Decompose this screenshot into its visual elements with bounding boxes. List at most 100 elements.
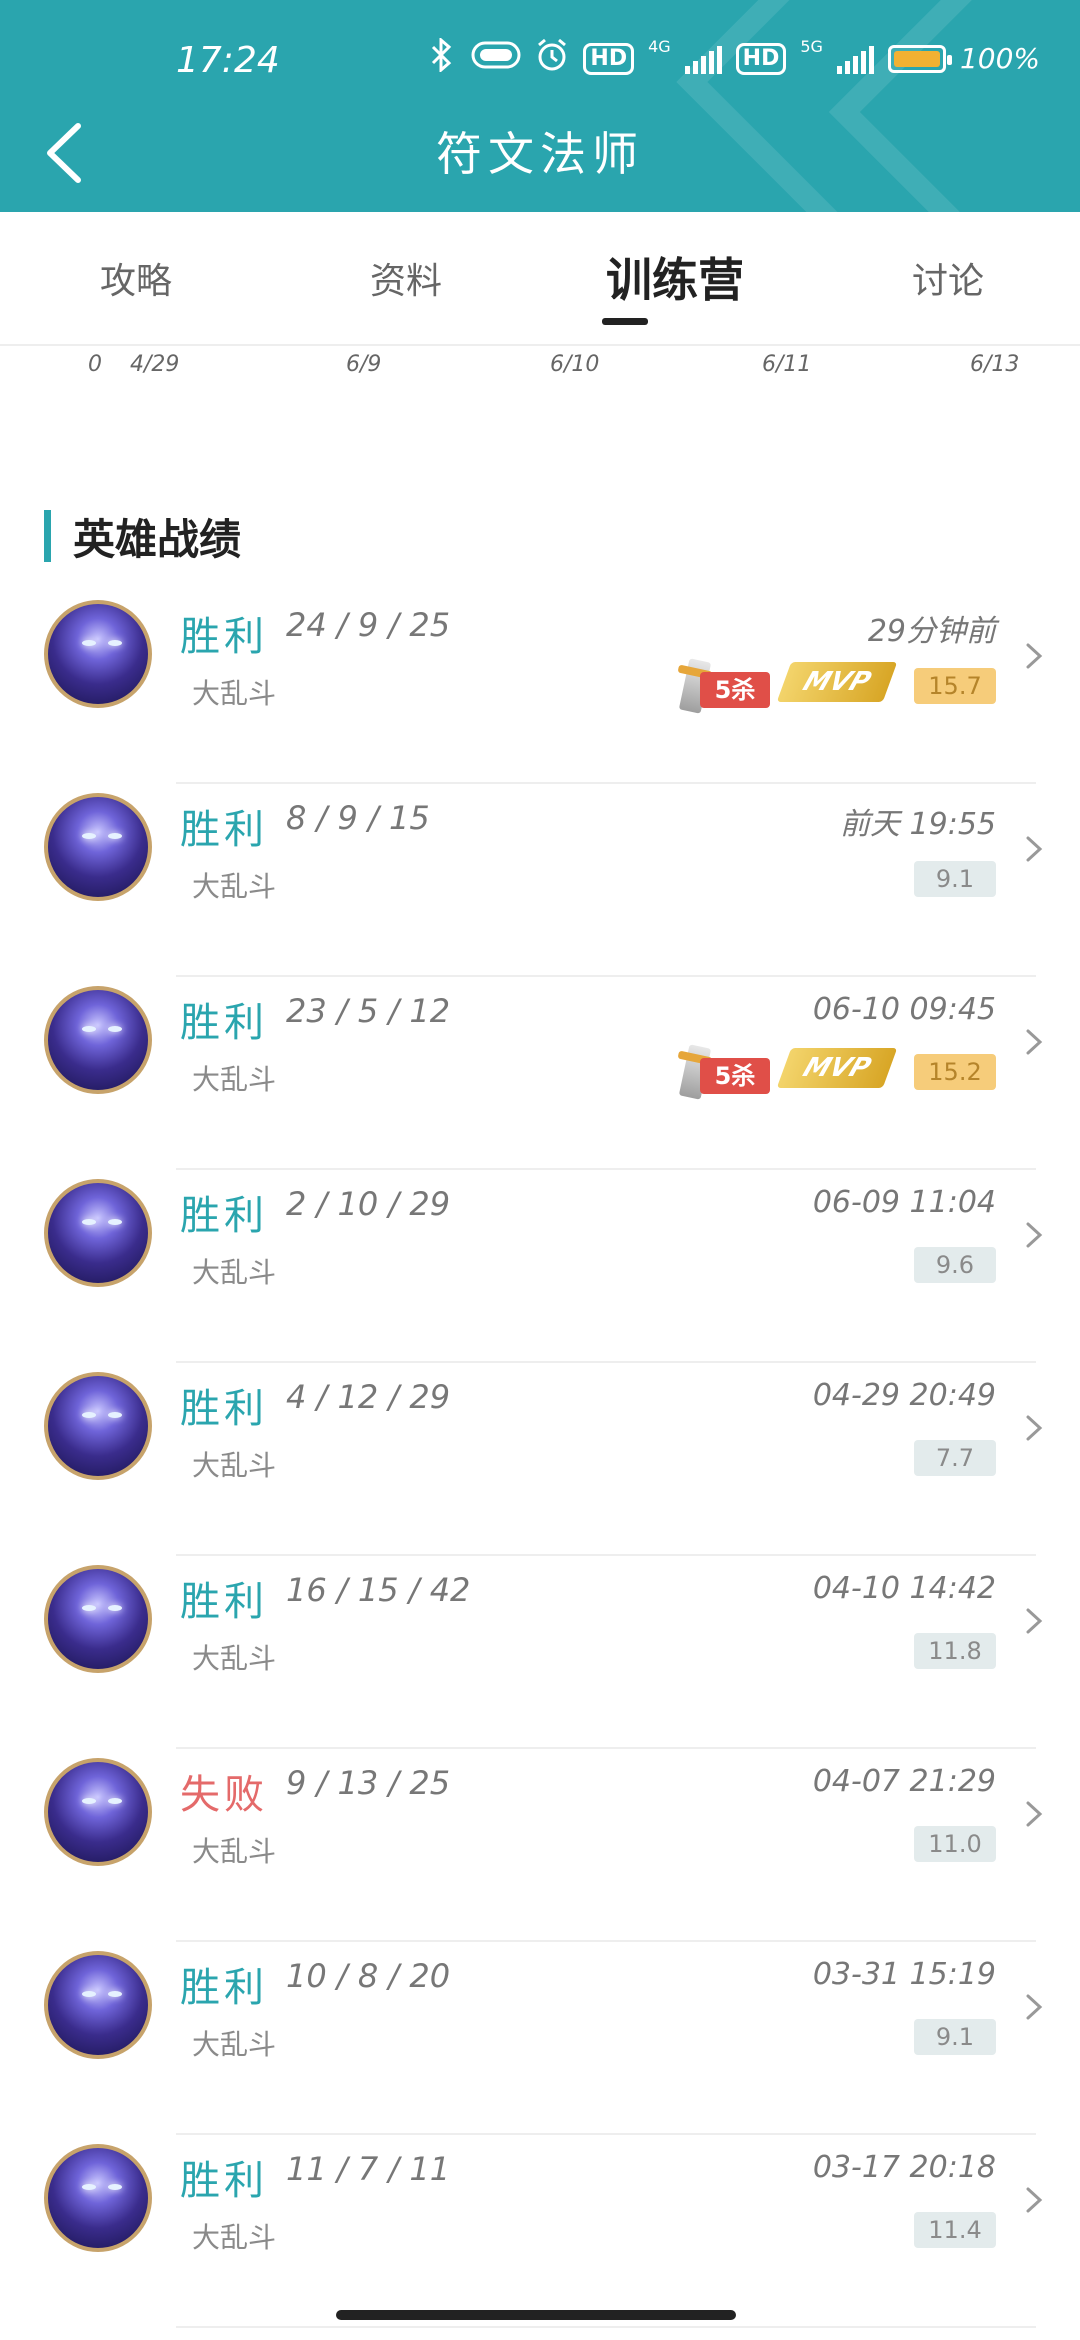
- match-kda: 8 / 9 / 15: [286, 799, 430, 837]
- tab-training-camp[interactable]: 训练营: [606, 244, 744, 310]
- row-divider: [176, 975, 1036, 977]
- match-mode: 大乱斗: [192, 1835, 277, 1868]
- match-row[interactable]: 胜利 24 / 9 / 25 29分钟前 大乱斗 5杀 MVP 15.7: [0, 600, 1080, 793]
- match-mode: 大乱斗: [192, 2028, 277, 2061]
- champion-avatar: [44, 2144, 152, 2252]
- chevron-right-icon: [1024, 1221, 1044, 1249]
- section-title: 英雄战绩: [73, 514, 242, 564]
- match-row[interactable]: 胜利 11 / 7 / 11 03-17 20:18 大乱斗 11.4: [0, 2144, 1080, 2337]
- bluetooth-icon: [427, 36, 457, 79]
- match-score: 9.6: [914, 1247, 996, 1283]
- match-row[interactable]: 胜利 16 / 15 / 42 04-10 14:42 大乱斗 11.8: [0, 1565, 1080, 1758]
- network-4g-label: 4G: [648, 37, 671, 56]
- match-kda: 9 / 13 / 25: [286, 1764, 451, 1802]
- section-header: 英雄战绩: [44, 508, 241, 564]
- match-kda: 2 / 10 / 29: [286, 1185, 451, 1223]
- match-time: 29分钟前: [867, 614, 996, 649]
- penta-kill-label: 5杀: [700, 1058, 770, 1094]
- match-row[interactable]: 胜利 2 / 10 / 29 06-09 11:04 大乱斗 9.6: [0, 1179, 1080, 1372]
- match-time: 06-09 11:04: [812, 1185, 996, 1220]
- match-kda: 24 / 9 / 25: [286, 606, 451, 644]
- match-time: 04-10 14:42: [812, 1571, 996, 1606]
- match-mode: 大乱斗: [192, 1256, 277, 1289]
- champion-avatar: [44, 986, 152, 1094]
- match-mode: 大乱斗: [192, 870, 277, 903]
- axis-tick: 6/9: [346, 352, 382, 377]
- match-result: 胜利: [180, 1965, 268, 2011]
- match-score: 11.0: [914, 1826, 996, 1862]
- match-mode: 大乱斗: [192, 1063, 277, 1096]
- status-time: 17:24: [176, 40, 280, 81]
- match-row[interactable]: 胜利 23 / 5 / 12 06-10 09:45 大乱斗 5杀 MVP 15…: [0, 986, 1080, 1179]
- mvp-badge: MVP: [776, 662, 898, 702]
- row-divider: [176, 2133, 1036, 2135]
- axis-tick: 6/10: [550, 352, 600, 377]
- tab-info[interactable]: 资料: [370, 252, 442, 304]
- status-icons: HD 4G HD 5G 100%: [427, 36, 1040, 79]
- match-mode: 大乱斗: [192, 1449, 277, 1482]
- battery-percent: 100%: [959, 42, 1040, 75]
- chevron-right-icon: [1024, 1028, 1044, 1056]
- row-divider: [176, 782, 1036, 784]
- match-row[interactable]: 失败 9 / 13 / 25 04-07 21:29 大乱斗 11.0: [0, 1758, 1080, 1951]
- match-score: 9.1: [914, 861, 996, 897]
- penta-kill-label: 5杀: [700, 672, 770, 708]
- match-time: 前天 19:55: [840, 807, 996, 842]
- match-kda: 10 / 8 / 20: [286, 1957, 451, 1995]
- signal-icon-2: [836, 44, 874, 74]
- match-result: 胜利: [180, 614, 268, 660]
- match-result: 失败: [180, 1772, 268, 1818]
- active-tab-indicator: [602, 318, 648, 325]
- match-kda: 16 / 15 / 42: [286, 1571, 471, 1609]
- row-divider: [176, 1940, 1036, 1942]
- chevron-right-icon: [1024, 835, 1044, 863]
- match-result: 胜利: [180, 1386, 268, 1432]
- chevron-right-icon: [1024, 642, 1044, 670]
- match-row[interactable]: 胜利 4 / 12 / 29 04-29 20:49 大乱斗 7.7: [0, 1372, 1080, 1565]
- section-accent-bar: [44, 510, 51, 562]
- alarm-icon: [535, 38, 569, 79]
- axis-tick: 4/29: [130, 352, 180, 377]
- champion-avatar: [44, 1951, 152, 2059]
- signal-icon: [684, 44, 722, 74]
- penta-kill-badge: 5杀: [677, 1044, 772, 1100]
- row-divider: [176, 1747, 1036, 1749]
- row-divider: [176, 2326, 1036, 2328]
- match-kda: 11 / 7 / 11: [286, 2150, 451, 2188]
- timeline-axis: 0 4/29 6/9 6/10 6/11 6/13: [0, 352, 1080, 382]
- match-result: 胜利: [180, 807, 268, 853]
- toggle-icon: [471, 40, 521, 77]
- champion-avatar: [44, 1372, 152, 1480]
- match-row[interactable]: 胜利 10 / 8 / 20 03-31 15:19 大乱斗 9.1: [0, 1951, 1080, 2144]
- row-divider: [176, 1168, 1036, 1170]
- chevron-right-icon: [1024, 2186, 1044, 2214]
- match-row[interactable]: 胜利 8 / 9 / 15 前天 19:55 大乱斗 9.1: [0, 793, 1080, 986]
- match-score: 11.4: [914, 2212, 996, 2248]
- chevron-right-icon: [1024, 1607, 1044, 1635]
- champion-avatar: [44, 1565, 152, 1673]
- tab-discussion[interactable]: 讨论: [912, 252, 984, 304]
- match-mode: 大乱斗: [192, 1642, 277, 1675]
- champion-avatar: [44, 600, 152, 708]
- axis-tick: 6/13: [970, 352, 1020, 377]
- match-result: 胜利: [180, 2158, 268, 2204]
- match-score: 15.2: [914, 1054, 996, 1090]
- match-result: 胜利: [180, 1579, 268, 1625]
- match-time: 04-07 21:29: [812, 1764, 996, 1799]
- champion-avatar: [44, 1758, 152, 1866]
- match-time: 04-29 20:49: [812, 1378, 996, 1413]
- chevron-right-icon: [1024, 1800, 1044, 1828]
- match-mode: 大乱斗: [192, 677, 277, 710]
- tab-guide[interactable]: 攻略: [100, 252, 172, 304]
- hd-badge: HD: [583, 42, 635, 75]
- home-indicator[interactable]: [336, 2310, 736, 2320]
- match-score: 9.1: [914, 2019, 996, 2055]
- chevron-right-icon: [1024, 1414, 1044, 1442]
- match-result: 胜利: [180, 1000, 268, 1046]
- match-mode: 大乱斗: [192, 2221, 277, 2254]
- axis-tick: 6/11: [762, 352, 812, 377]
- match-kda: 23 / 5 / 12: [286, 992, 451, 1030]
- app-header: 17:24 HD 4G HD 5G 100% 符文法师: [0, 0, 1080, 212]
- champion-avatar: [44, 1179, 152, 1287]
- match-time: 06-10 09:45: [812, 992, 996, 1027]
